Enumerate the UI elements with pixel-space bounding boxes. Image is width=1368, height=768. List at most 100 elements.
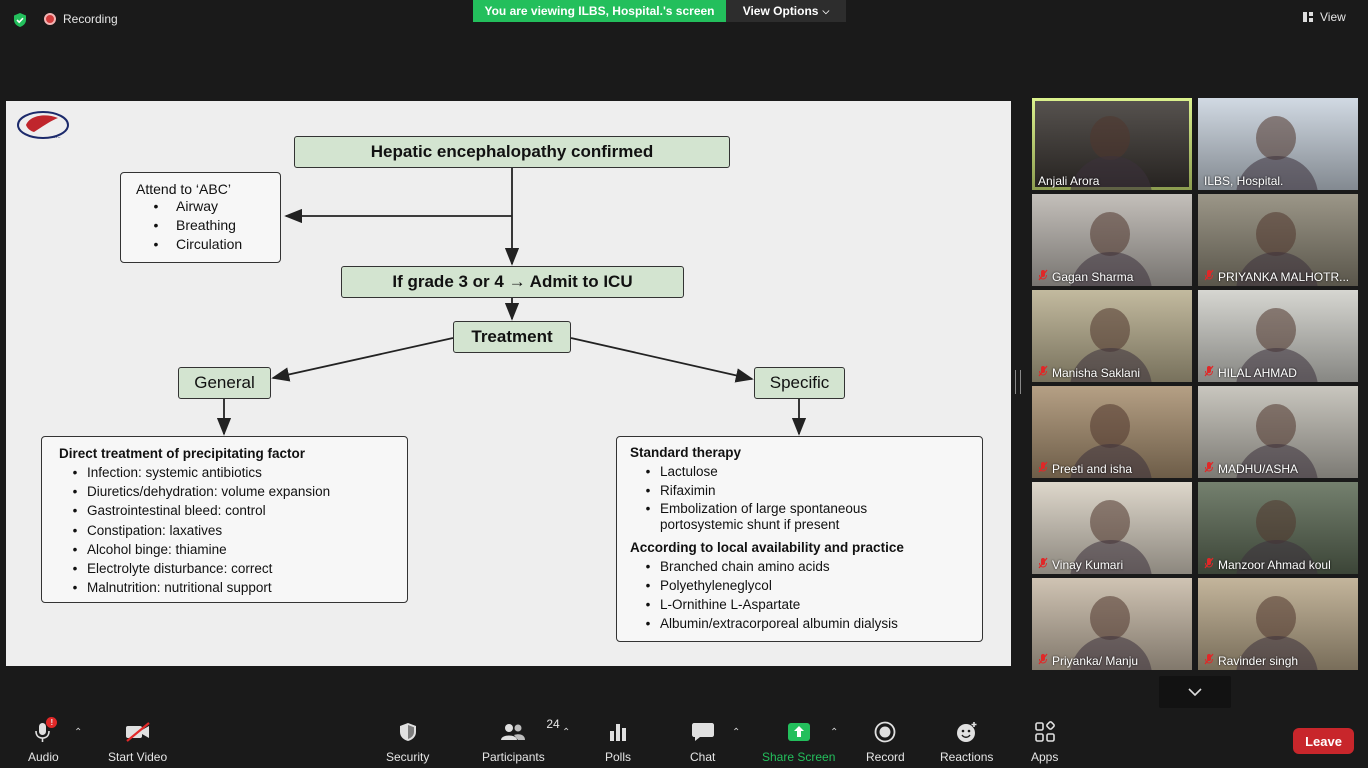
general-list-item: Gastrointestinal bleed: control (59, 501, 407, 520)
participants-options-caret-icon[interactable]: ⌃ (562, 727, 570, 738)
participant-tile[interactable]: Anjali Arora (1032, 98, 1192, 190)
participants-button[interactable]: 24 Participants (482, 717, 560, 764)
specific-list-item: Branched chain amino acids (630, 557, 982, 576)
participant-name: Manisha Saklani (1052, 365, 1141, 380)
person-silhouette (1256, 596, 1296, 640)
view-label: View (1320, 10, 1346, 24)
start-video-button[interactable]: Start Video (108, 719, 167, 764)
participants-icon: 24 (500, 717, 560, 745)
participant-name: MADHU/ASHA (1218, 461, 1299, 476)
general-list-item: Malnutrition: nutritional support (59, 578, 407, 597)
abc-heading: Attend to ‘ABC’ (136, 181, 231, 197)
security-button[interactable]: Security (386, 719, 429, 764)
participant-tile[interactable]: PRIYANKA MALHOTR... (1198, 194, 1358, 286)
specific-list-item: Rifaximin (630, 481, 982, 500)
view-options-button[interactable]: View Options ⌵ (726, 0, 846, 22)
recording-label: Recording (63, 12, 118, 26)
video-off-icon (124, 719, 152, 745)
person-silhouette (1256, 116, 1296, 160)
participant-name-row: MADHU/ASHA (1204, 461, 1298, 476)
polls-icon (608, 719, 628, 745)
reactions-button[interactable]: Reactions (940, 719, 993, 764)
ilbs-logo: .... (16, 105, 74, 146)
person-silhouette (1090, 500, 1130, 544)
participant-name: ILBS, Hospital. (1204, 174, 1284, 188)
participant-tile[interactable]: MADHU/ASHA (1198, 386, 1358, 478)
participant-name: Priyanka/ Manju (1052, 653, 1139, 668)
participant-name: Manzoor Ahmad koul (1218, 557, 1331, 572)
shared-screen: .... Hepatic encephalopathy confirmed At… (6, 101, 1011, 666)
gallery-collapse-button[interactable] (1159, 676, 1231, 708)
participant-tile[interactable]: Preeti and isha (1032, 386, 1192, 478)
split-resize-handle[interactable] (1015, 370, 1021, 394)
participant-tile[interactable]: ILBS, Hospital. (1198, 98, 1358, 190)
mic-muted-icon (1204, 653, 1214, 668)
chat-button[interactable]: Chat (690, 719, 715, 764)
participant-tile[interactable]: Vinay Kumari (1032, 482, 1192, 574)
person-silhouette (1090, 116, 1130, 160)
security-label: Security (386, 750, 430, 764)
shield-icon (397, 719, 419, 745)
share-screen-label: Share Screen (762, 750, 836, 764)
record-label: Record (866, 750, 905, 764)
abc-item: Circulation (136, 235, 280, 254)
chat-icon (691, 719, 715, 745)
reactions-label: Reactions (940, 750, 994, 764)
participant-tile[interactable]: HILAL AHMAD (1198, 290, 1358, 382)
person-silhouette (1090, 404, 1130, 448)
chat-options-caret-icon[interactable]: ⌃ (732, 727, 740, 738)
share-screen-button[interactable]: Share Screen (762, 719, 835, 764)
chat-label: Chat (690, 750, 716, 764)
participants-label: Participants (482, 750, 545, 764)
recording-indicator[interactable]: Recording (44, 12, 118, 26)
general-list-item: Electrolyte disturbance: correct (59, 559, 407, 578)
audio-label: Audio (28, 750, 59, 764)
specific-heading-standard: Standard therapy (630, 445, 742, 460)
apps-button[interactable]: Apps (1031, 719, 1058, 764)
specific-list-item: Lactulose (630, 462, 982, 481)
polls-button[interactable]: Polls (605, 719, 631, 764)
participant-name-row: Priyanka/ Manju (1038, 653, 1138, 668)
person-silhouette (1090, 596, 1130, 640)
view-button[interactable]: View (1302, 10, 1346, 24)
participant-tile[interactable]: Ravinder singh (1198, 578, 1358, 670)
mic-muted-icon (1038, 365, 1048, 380)
person-silhouette (1090, 212, 1130, 256)
person-silhouette (1090, 308, 1130, 352)
participant-tile[interactable]: Manzoor Ahmad koul (1198, 482, 1358, 574)
box-he-confirmed: Hepatic encephalopathy confirmed (294, 136, 730, 168)
participant-name-row: Vinay Kumari (1038, 557, 1123, 572)
mic-muted-icon (1038, 653, 1048, 668)
participant-name-row: PRIYANKA MALHOTR... (1204, 269, 1349, 284)
apps-icon (1034, 719, 1056, 745)
participant-name: PRIYANKA MALHOTR... (1218, 269, 1350, 284)
participant-tile[interactable]: Manisha Saklani (1032, 290, 1192, 382)
shield-icon[interactable] (12, 12, 28, 28)
specific-list-item: Embolization of large spontaneous portos… (630, 500, 890, 534)
mic-muted-icon (1038, 557, 1048, 572)
polls-label: Polls (605, 750, 632, 764)
participant-name: Ravinder singh (1218, 653, 1299, 668)
participant-tile[interactable]: Priyanka/ Manju (1032, 578, 1192, 670)
record-dot-icon (44, 13, 56, 25)
audio-options-caret-icon[interactable]: ⌃ (74, 727, 82, 738)
abc-item: Breathing (136, 216, 280, 235)
share-options-caret-icon[interactable]: ⌃ (830, 727, 838, 738)
grid-view-icon (1303, 12, 1313, 22)
meeting-toolbar: ! Audio ⌃ Start Video Security 24 Partic… (0, 713, 1368, 768)
record-button[interactable]: Record (866, 719, 905, 764)
box-grade-icu: If grade 3 or 4 → Admit to ICU (341, 266, 684, 298)
audio-alert-badge: ! (46, 717, 58, 728)
person-silhouette (1256, 308, 1296, 352)
general-list-item: Alcohol binge: thiamine (59, 540, 407, 559)
share-screen-icon (787, 719, 811, 745)
participant-tile[interactable]: Gagan Sharma (1032, 194, 1192, 286)
audio-button[interactable]: ! Audio (28, 717, 59, 764)
leave-button[interactable]: Leave (1293, 728, 1354, 754)
person-silhouette (1256, 212, 1296, 256)
chevron-down-icon: ⌵ (822, 5, 830, 16)
chevron-down-icon (1188, 688, 1202, 696)
participant-name-row: Anjali Arora (1038, 174, 1099, 188)
viewing-banner: You are viewing ILBS, Hospital.'s screen (473, 0, 726, 22)
participant-name-row: Preeti and isha (1038, 461, 1132, 476)
